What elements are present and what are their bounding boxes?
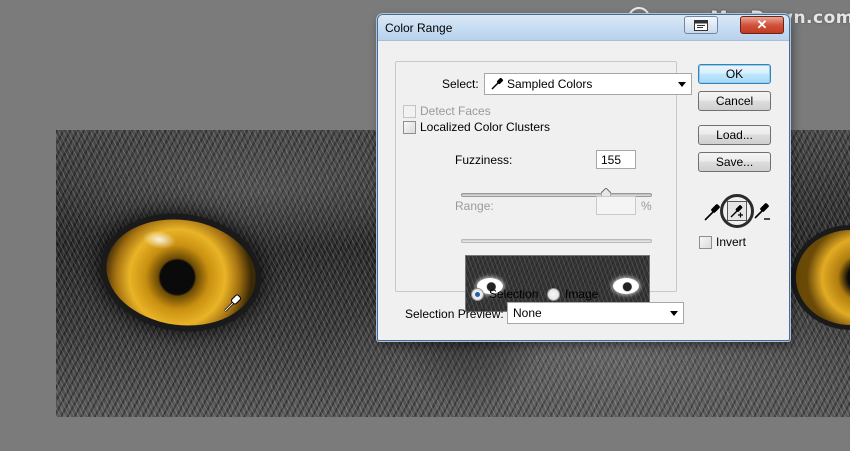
selection-preview-dropdown[interactable]: None: [507, 302, 684, 324]
select-dropdown[interactable]: Sampled Colors: [484, 73, 692, 95]
cancel-button[interactable]: Cancel: [698, 91, 771, 111]
view-selection-label: Selection: [489, 287, 539, 301]
close-icon: ✕: [756, 17, 768, 32]
wolf-eye-left: [99, 210, 263, 335]
dialog-titlebar[interactable]: Color Range ✕: [378, 15, 789, 41]
invert-label: Invert: [716, 235, 747, 249]
range-slider: [461, 239, 652, 243]
view-image-radio[interactable]: Image: [547, 287, 598, 301]
color-range-dialog: Color Range ✕ Select: Sampled Colors Det…: [377, 14, 790, 341]
eyedropper-minus-icon[interactable]: [752, 201, 772, 223]
fuzziness-label: Fuzziness:: [455, 153, 513, 167]
fuzziness-value: 155: [601, 152, 622, 167]
fuzziness-input[interactable]: 155: [596, 150, 636, 169]
checkbox-box[interactable]: [699, 235, 712, 249]
save-button[interactable]: Save...: [698, 152, 771, 172]
dialog-title: Color Range: [385, 21, 453, 35]
eyedropper-tools: [702, 194, 772, 231]
detect-faces-checkbox: Detect Faces: [403, 104, 491, 118]
checkbox-box: [403, 104, 416, 118]
selection-preview-label: Selection Preview:: [405, 307, 504, 321]
preview-eye-right: [613, 278, 639, 294]
detect-faces-label: Detect Faces: [420, 104, 491, 118]
radio-button[interactable]: [547, 287, 560, 301]
dialog-body: Select: Sampled Colors Detect Faces Loca…: [378, 42, 789, 340]
range-label: Range:: [455, 199, 494, 213]
tool-frame: [727, 201, 747, 221]
eyedropper-icon: [491, 77, 504, 90]
eye-highlight: [141, 228, 178, 251]
help-button[interactable]: [684, 16, 718, 34]
select-value: Sampled Colors: [507, 77, 593, 91]
close-button[interactable]: ✕: [740, 16, 784, 34]
range-unit: %: [641, 199, 652, 213]
eyedropper-icon[interactable]: [702, 201, 722, 223]
eyedropper-cursor-icon: [224, 294, 241, 312]
localized-clusters-label: Localized Color Clusters: [420, 120, 551, 134]
localized-clusters-checkbox[interactable]: Localized Color Clusters: [403, 120, 550, 134]
select-label: Select:: [442, 77, 479, 91]
load-button[interactable]: Load...: [698, 125, 771, 145]
radio-button[interactable]: [471, 287, 484, 301]
view-image-label: Image: [565, 287, 599, 301]
ok-button[interactable]: OK: [698, 64, 771, 84]
chevron-down-icon: [678, 82, 686, 87]
view-selection-radio[interactable]: Selection: [471, 287, 538, 301]
wolf-eye-right: [796, 230, 850, 325]
eyedropper-plus-tool[interactable]: [720, 194, 754, 228]
options-group: Select: Sampled Colors Detect Faces Loca…: [395, 61, 692, 312]
eyedropper-plus-icon: [730, 205, 743, 218]
window-icon: [694, 19, 708, 31]
range-input: [596, 196, 636, 215]
chevron-down-icon: [670, 311, 678, 316]
invert-checkbox[interactable]: Invert: [699, 235, 746, 249]
checkbox-box[interactable]: [403, 120, 416, 134]
selection-preview-value: None: [513, 306, 542, 320]
